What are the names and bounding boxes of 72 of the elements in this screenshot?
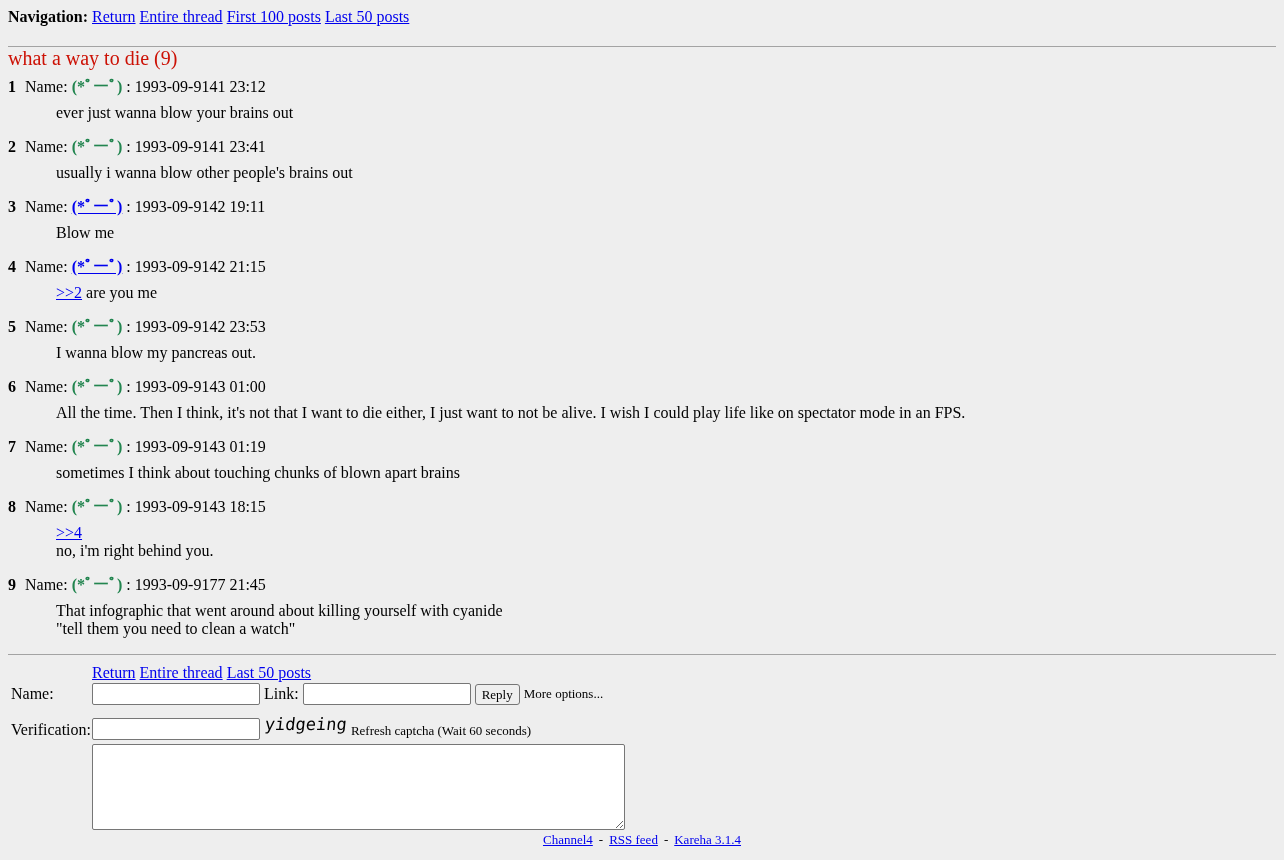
post-body: >>2 are you me (56, 284, 159, 302)
post-number: 3 (8, 198, 16, 215)
verification-field[interactable] (92, 718, 260, 740)
nav-link[interactable]: Entire thread (139, 8, 223, 25)
name-field[interactable] (92, 683, 260, 705)
field-label: Verification: (11, 721, 91, 739)
post-body: usually i wanna blow other people's brains out (56, 164, 354, 182)
form-nav-link[interactable]: Return (92, 664, 136, 681)
name-label: Name: (25, 318, 68, 335)
message-field[interactable] (92, 744, 625, 830)
footer-separator: - (598, 832, 604, 847)
name-label: Name: (25, 138, 68, 155)
post-number: 8 (8, 498, 16, 515)
post-body: Blow me (56, 224, 116, 242)
footer-link[interactable]: RSS feed (609, 832, 658, 847)
name-label: Name: (25, 438, 68, 455)
nav-link[interactable]: Return (92, 8, 136, 25)
poster-name: (*ﾟーﾟ) (71, 138, 123, 155)
post-number: 6 (8, 378, 16, 395)
captcha-refresh-note: Refresh captcha (Wait 60 seconds) (350, 722, 532, 740)
name-label: Name: (25, 258, 68, 275)
nav-label: Navigation: (8, 8, 88, 25)
post-body: sometimes I think about touching chunks of blown apart brains (56, 464, 461, 482)
post-number: 5 (8, 318, 16, 335)
link-field[interactable] (302, 683, 471, 705)
reply-button[interactable]: Reply (474, 683, 520, 705)
name-label: Name: (25, 378, 68, 395)
form-nav-link[interactable]: Entire thread (139, 664, 223, 681)
poster-name: (*ﾟーﾟ) (71, 318, 123, 335)
post-number: 7 (8, 438, 16, 455)
poster-name: (*ﾟーﾟ) (71, 438, 123, 455)
post-date: : 1993-09-9177 21:45 (126, 576, 266, 593)
post-number: 1 (8, 78, 16, 95)
post-body: That infographic that went around about killing yourself with cyanide "tell them you need to clean a watch" (56, 602, 504, 638)
name-label: Name: (25, 198, 68, 215)
captcha-image: yidgeing (264, 715, 348, 733)
post-body: All the time. Then I think, it's not that I want to die either, I just want to not be alive. I wish I could play life like on spectator mode in an FPS. (56, 404, 967, 422)
post-number: 2 (8, 138, 16, 155)
post-date: : 1993-09-9142 23:53 (126, 318, 266, 335)
post-date: : 1993-09-9143 01:19 (126, 438, 266, 455)
poster-name: (*ﾟーﾟ) (71, 576, 123, 593)
poster-name-link[interactable]: (*ﾟーﾟ) (71, 258, 123, 275)
nav-link[interactable]: First 100 posts (226, 8, 321, 25)
field-label: Name: (11, 685, 54, 703)
thread-title: what a way to die (9) (8, 47, 178, 69)
more-options-toggle[interactable]: More options... (523, 685, 604, 703)
form-nav-link[interactable]: Last 50 posts (226, 664, 312, 681)
post-body: I wanna blow my pancreas out. (56, 344, 257, 362)
poster-name: (*ﾟーﾟ) (71, 78, 123, 95)
post-body: >>4 no, i'm right behind you. (56, 524, 215, 560)
post-date: : 1993-09-9142 21:15 (126, 258, 266, 275)
quote-link[interactable]: >>4 (56, 524, 83, 541)
post-date: : 1993-09-9141 23:41 (126, 138, 266, 155)
poster-name-link[interactable]: (*ﾟーﾟ) (71, 198, 123, 215)
name-label: Name: (25, 498, 68, 515)
nav-link[interactable]: Last 50 posts (324, 8, 410, 25)
footer-separator: - (663, 832, 669, 847)
field-label: Link: (264, 685, 299, 703)
name-label: Name: (25, 78, 68, 95)
footer-link[interactable]: Channel4 (542, 832, 593, 847)
post-date: : 1993-09-9143 18:15 (126, 498, 266, 515)
post-number: 4 (8, 258, 16, 275)
name-label: Name: (25, 576, 68, 593)
quote-link[interactable]: >>2 (56, 284, 83, 301)
poster-name: (*ﾟーﾟ) (71, 498, 123, 515)
post-body: ever just wanna blow your brains out (56, 104, 295, 122)
post-date: : 1993-09-9142 19:11 (126, 198, 266, 215)
post-number: 9 (8, 576, 16, 593)
post-date: : 1993-09-9143 01:00 (126, 378, 266, 395)
footer-link[interactable]: Kareha 3.1.4 (674, 832, 741, 847)
poster-name: (*ﾟーﾟ) (71, 378, 123, 395)
post-date: : 1993-09-9141 23:12 (126, 78, 266, 95)
